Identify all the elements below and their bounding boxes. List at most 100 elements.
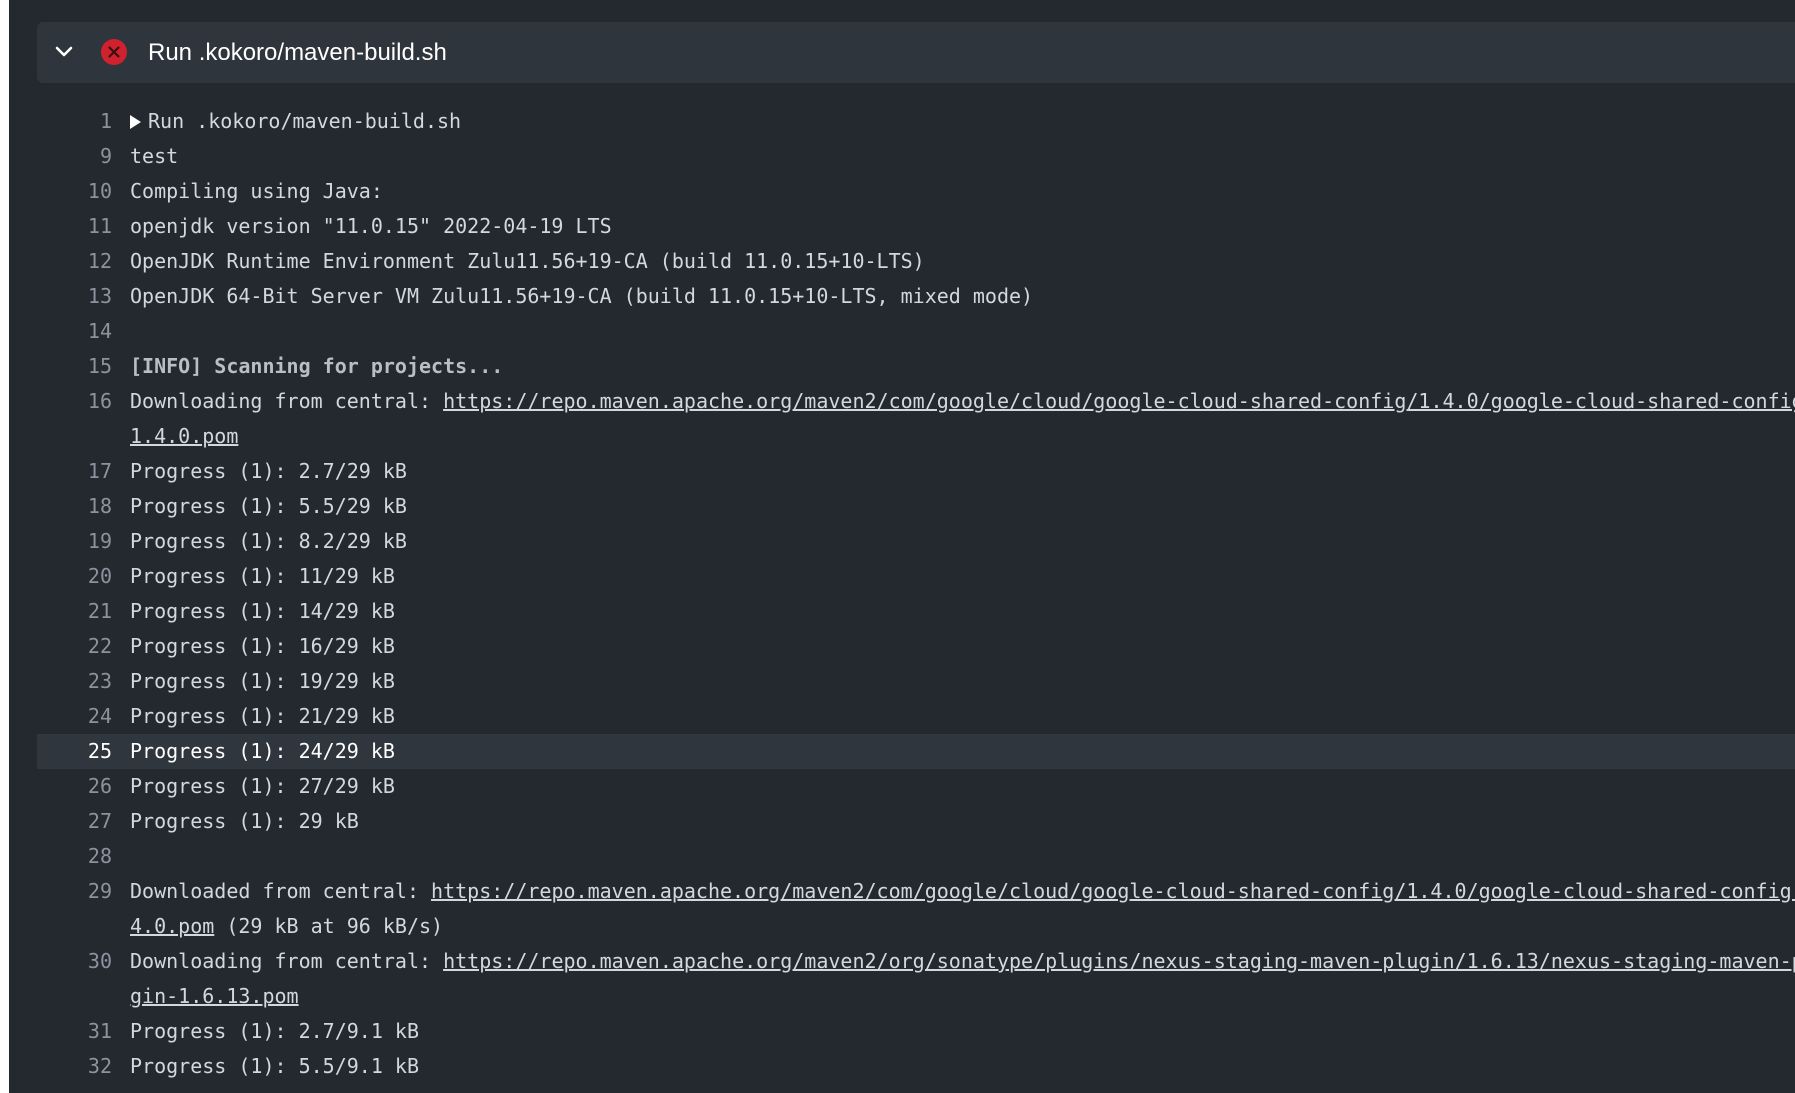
line-text: Progress (1): 19/29 kB [130, 669, 395, 693]
line-number[interactable]: 19 [37, 524, 130, 559]
line-content: Progress (1): 2.7/9.1 kB [130, 1014, 1795, 1049]
line-number[interactable]: 24 [37, 699, 130, 734]
line-number[interactable]: 10 [37, 174, 130, 209]
line-number[interactable]: 11 [37, 209, 130, 244]
log-line: 20 Progress (1): 11/29 kB [37, 559, 1795, 594]
line-text: Progress (1): 2.7/29 kB [130, 459, 407, 483]
line-number[interactable]: 26 [37, 769, 130, 804]
log-line: 26 Progress (1): 27/29 kB [37, 769, 1795, 804]
line-number[interactable]: 22 [37, 629, 130, 664]
line-content: Run .kokoro/maven-build.sh [130, 104, 1795, 139]
log-line: 21 Progress (1): 14/29 kB [37, 594, 1795, 629]
line-text: Progress (1): 5.5/9.1 kB [130, 1054, 419, 1078]
log-line: 11 openjdk version "11.0.15" 2022-04-19 L… [37, 209, 1795, 244]
line-content: Progress (1): 5.5/29 kB [130, 489, 1795, 524]
line-text: Progress (1): 27/29 kB [130, 774, 395, 798]
line-content: Progress (1): 21/29 kB [130, 699, 1795, 734]
log-line: 27 Progress (1): 29 kB [37, 804, 1795, 839]
log-line: 12 OpenJDK Runtime Environment Zulu11.56+… [37, 244, 1795, 279]
window-edge [0, 0, 9, 1093]
line-content: Progress (1): 2.7/29 kB [130, 454, 1795, 489]
line-text: Run .kokoro/maven-build.sh [148, 109, 462, 133]
line-content: OpenJDK Runtime Environment Zulu11.56+19… [130, 244, 1795, 279]
line-content: Compiling using Java: [130, 174, 1795, 209]
log-line: 15 [INFO] Scanning for projects... [37, 349, 1795, 384]
line-text: Progress (1): 8.2/29 kB [130, 529, 407, 553]
line-number[interactable]: 30 [37, 944, 130, 1014]
log-line: 13 OpenJDK 64-Bit Server VM Zulu11.56+19-… [37, 279, 1795, 314]
line-number[interactable]: 9 [37, 139, 130, 174]
job-log-panel: Run .kokoro/maven-build.sh 1 Run .kokoro/… [9, 0, 1795, 1093]
log-line: 23 Progress (1): 19/29 kB [37, 664, 1795, 699]
line-content: Progress (1): 24/29 kB [130, 734, 1795, 769]
line-number[interactable]: 13 [37, 279, 130, 314]
line-content: Progress (1): 16/29 kB [130, 629, 1795, 664]
info-text: [INFO] Scanning for projects... [130, 354, 504, 378]
log-line: 31 Progress (1): 2.7/9.1 kB [37, 1014, 1795, 1049]
line-number[interactable]: 32 [37, 1049, 130, 1084]
line-text: openjdk version "11.0.15" 2022-04-19 LTS [130, 214, 612, 238]
line-number[interactable]: 15 [37, 349, 130, 384]
line-content: [INFO] Scanning for projects... [130, 349, 1795, 384]
log-line: 10 Compiling using Java: [37, 174, 1795, 209]
line-text: Downloading from central: [130, 949, 444, 973]
line-number[interactable]: 20 [37, 559, 130, 594]
line-content [130, 314, 1795, 349]
line-content: test [130, 139, 1795, 174]
step-title[interactable]: Run .kokoro/maven-build.sh [148, 22, 447, 83]
line-content [130, 839, 1795, 874]
log-line: 18 Progress (1): 5.5/29 kB [37, 489, 1795, 524]
line-number[interactable]: 14 [37, 314, 130, 349]
log-line: 29 Downloaded from central: https://repo.… [37, 874, 1795, 944]
log-line: 17 Progress (1): 2.7/29 kB [37, 454, 1795, 489]
line-number[interactable]: 21 [37, 594, 130, 629]
log-line: 9 test [37, 139, 1795, 174]
line-content: OpenJDK 64-Bit Server VM Zulu11.56+19-CA… [130, 279, 1795, 314]
line-number[interactable]: 28 [37, 839, 130, 874]
line-number[interactable]: 12 [37, 244, 130, 279]
log-line: 24 Progress (1): 21/29 kB [37, 699, 1795, 734]
line-text: Progress (1): 21/29 kB [130, 704, 395, 728]
error-x-circle-icon [101, 39, 127, 65]
log-line: 16 Downloading from central: https://repo… [37, 384, 1795, 454]
log-line: 14 [37, 314, 1795, 349]
line-text: Progress (1): 11/29 kB [130, 564, 395, 588]
line-number[interactable]: 27 [37, 804, 130, 839]
line-text: Progress (1): 5.5/29 kB [130, 494, 407, 518]
line-text: Progress (1): 24/29 kB [130, 739, 395, 763]
line-content: Progress (1): 14/29 kB [130, 594, 1795, 629]
line-number[interactable]: 16 [37, 384, 130, 454]
log-line: 1 Run .kokoro/maven-build.sh [37, 104, 1795, 139]
line-text: Progress (1): 14/29 kB [130, 599, 395, 623]
line-number[interactable]: 17 [37, 454, 130, 489]
log-line: 32 Progress (1): 5.5/9.1 kB [37, 1049, 1795, 1084]
line-number[interactable]: 31 [37, 1014, 130, 1049]
line-text: Compiling using Java: [130, 179, 383, 203]
line-number[interactable]: 29 [37, 874, 130, 944]
line-number[interactable]: 1 [37, 104, 130, 139]
line-content: Downloading from central: https://repo.m… [130, 944, 1795, 1014]
line-text: Downloading from central: [130, 389, 444, 413]
log-lines: 1 Run .kokoro/maven-build.sh 9 test 10 Compil… [37, 104, 1795, 1084]
expand-triangle-icon[interactable] [130, 115, 141, 129]
line-number[interactable]: 25 [37, 734, 130, 769]
chevron-down-icon[interactable] [51, 39, 77, 65]
line-content: Downloaded from central: https://repo.ma… [130, 874, 1795, 944]
line-text: Downloaded from central: [130, 879, 432, 903]
log-line: 19 Progress (1): 8.2/29 kB [37, 524, 1795, 559]
line-text: OpenJDK Runtime Environment Zulu11.56+19… [130, 249, 925, 273]
log-line: 25 Progress (1): 24/29 kB [37, 734, 1795, 769]
line-suffix: (29 kB at 96 kB/s) [214, 914, 444, 938]
line-text: OpenJDK 64-Bit Server VM Zulu11.56+19-CA… [130, 284, 1034, 308]
log-line: 30 Downloading from central: https://repo… [37, 944, 1795, 1014]
line-number[interactable]: 18 [37, 489, 130, 524]
line-content: Downloading from central: https://repo.m… [130, 384, 1795, 454]
line-content: Progress (1): 19/29 kB [130, 664, 1795, 699]
step-header[interactable]: Run .kokoro/maven-build.sh [37, 22, 1795, 83]
line-number[interactable]: 23 [37, 664, 130, 699]
log-line: 28 [37, 839, 1795, 874]
line-text: Progress (1): 16/29 kB [130, 634, 395, 658]
line-text: test [130, 144, 179, 168]
log-line: 22 Progress (1): 16/29 kB [37, 629, 1795, 664]
line-content: Progress (1): 29 kB [130, 804, 1795, 839]
